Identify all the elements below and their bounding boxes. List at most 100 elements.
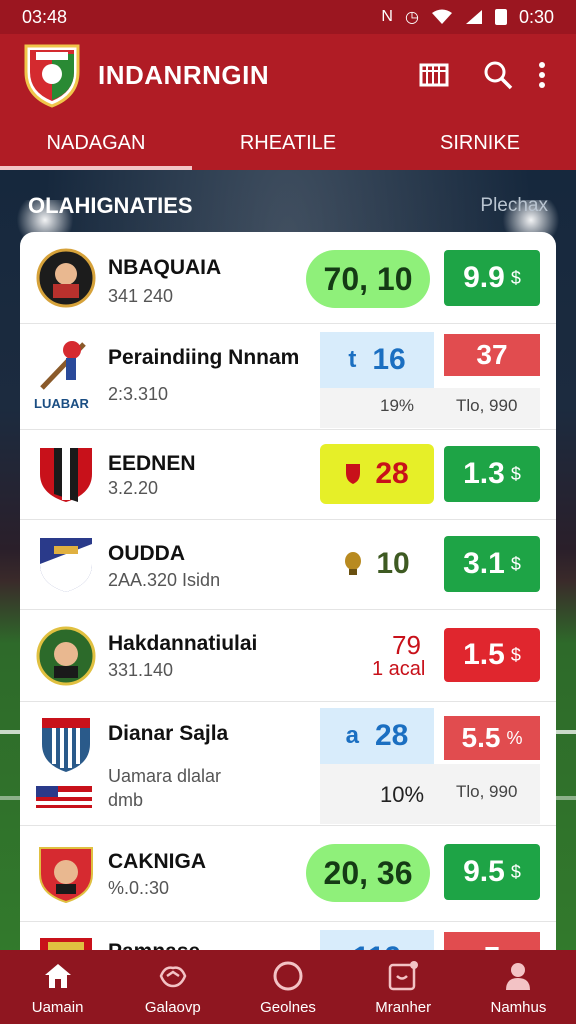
list-item[interactable]: EEDNEN 3.2.20 28 1.3 $ [20,430,556,520]
main-odds-button[interactable]: 10 [320,536,434,592]
calendar-button[interactable] [412,53,456,97]
team-name: Dianar Sajla [108,722,229,745]
side-odds-button[interactable]: 1.3 $ [444,446,540,502]
player-emblem-icon [40,341,86,390]
section-header: OLAHIGNATIES Plechax [28,190,548,222]
home-icon [44,963,71,988]
circle-icon [273,961,303,990]
main-odds-button[interactable]: t 16 [320,332,434,388]
side-odds-value: 1.3 [463,457,505,490]
tab-nadagan[interactable]: NADAGAN [0,116,192,170]
main-odds-value: 16 [372,343,406,376]
profile-icon [506,962,531,990]
team-name: Hakdannatiulai [108,632,258,655]
tab-sirnike[interactable]: SIRNIKE [384,116,576,170]
signal-icon [465,10,482,24]
wifi-icon [431,9,452,24]
team-badge-icon [36,248,96,308]
team-badge-icon [40,448,92,502]
more-options-button[interactable] [530,53,554,97]
flag-icon [36,786,92,808]
side-odds-button[interactable]: 37 [444,334,540,376]
tab-label: NADAGAN [46,131,146,154]
side-odds-button[interactable]: 9.5 $ [444,844,540,900]
nav-item-mranher[interactable]: Mranher [346,950,461,1024]
side-odds-button[interactable]: 1.5 $ [444,628,540,682]
team-sub: %.0.:30 [108,878,170,898]
nav-label: Geolnes [260,998,316,1016]
app-title: INDANRNGIN [98,59,270,90]
odds-unit: $ [510,553,521,574]
tab-bar: NADAGAN RHEATILE SIRNIKE [0,116,576,170]
team-sub: 2:3.310 [108,384,169,404]
section-link[interactable]: Plechax [480,195,548,217]
list-item[interactable]: Hakdannatiulai 331.140 79 1 acal 1.5 $ [20,610,556,702]
main-odds-button[interactable]: 28 [320,444,434,504]
status-clock: 0:30 [518,6,554,27]
team-sub: 3.2.20 [108,478,159,498]
shield-icon [346,464,361,484]
odds-unit: $ [510,463,521,484]
main-odds-value: 28 [374,719,409,752]
main-odds-button[interactable]: a 28 [320,708,434,764]
nav-item-namhus[interactable]: Namhus [461,950,576,1024]
main-odds-button[interactable]: 20, 36 [306,844,430,902]
tab-rheatile[interactable]: RHEATILE [192,116,384,170]
nav-label: Uamain [31,998,84,1016]
main-odds-value: 20, 36 [323,854,413,891]
bottom-navigation: Uamain Galaovp Geolnes Mranher Namhus [0,950,576,1024]
search-button[interactable] [476,53,520,97]
nav-label: Galaovp [144,998,201,1016]
status-time: 03:48 [22,6,68,27]
odds-note: Tlo, 990 [456,396,518,415]
main-odds-button[interactable]: 70, 10 [306,250,430,308]
team-name: NBAQUAIA [108,256,222,279]
nav-item-galaovp[interactable]: Galaovp [115,950,230,1024]
odds-unit: $ [510,267,521,288]
calendar-icon [419,63,449,87]
team-name: Peraindiing Nnnam [108,346,300,369]
list-item[interactable]: NBAQUAIA 341 240 70, 10 9.9 $ [20,232,556,324]
team-name: EEDNEN [108,452,196,475]
team-badge-icon [42,718,90,772]
nfc-icon: N [381,8,393,25]
more-vert-icon [539,62,545,88]
list-item[interactable]: LUABAR Peraindiing Nnnam 2:3.310 t 16 19%… [20,324,556,430]
team-badge-icon [36,626,96,686]
team-name: OUDDA [108,542,185,565]
team-sub-secondary: dmb [108,790,144,810]
nav-item-geolnes[interactable]: Geolnes [230,950,345,1024]
main-odds-value: 28 [375,457,409,490]
list-item[interactable]: CAKNIGA %.0.:30 20, 36 9.5 $ [20,826,556,922]
team-sub: Uamara dlalar [108,766,222,786]
side-odds-button[interactable]: 3.1 $ [444,536,540,592]
main-odds-value: 10 [376,547,410,580]
list-item[interactable]: OUDDA 2AA.320 Isidn 10 3.1 $ [20,520,556,610]
side-odds-value: 9.5 [463,855,505,888]
team-sub: 331.140 [108,660,174,680]
odds-unit: % [506,727,523,748]
odds-prefix: t [348,346,357,373]
team-name: CAKNIGA [108,850,206,873]
team-sub: 341 240 [108,286,174,306]
side-odds-value: 37 [476,339,508,370]
side-odds-button[interactable]: 5.5% [444,716,540,760]
main-odds-value: 70, 10 [323,260,413,297]
badge-caption: LUABAR [34,396,89,411]
team-badge-icon [40,538,92,592]
team-badge-icon [39,847,93,904]
app-bar: INDANRNGIN [0,34,576,116]
trophy-icon [345,552,362,575]
main-odds-value[interactable]: 79 [392,630,421,661]
battery-icon [494,9,507,25]
list-item[interactable]: Dianar Sajla Uamara dlalar dmb a 28 10% 5… [20,702,556,826]
notification-icon [388,960,419,990]
side-odds-button[interactable]: 9.9 $ [444,250,540,306]
tab-label: RHEATILE [239,131,337,154]
nav-item-uamain[interactable]: Uamain [0,950,115,1024]
odds-note: Tlo, 990 [456,782,518,801]
odds-unit: $ [510,861,521,882]
side-odds-value: 9.9 [463,261,505,294]
search-icon [484,61,513,90]
nav-label: Namhus [490,998,547,1016]
